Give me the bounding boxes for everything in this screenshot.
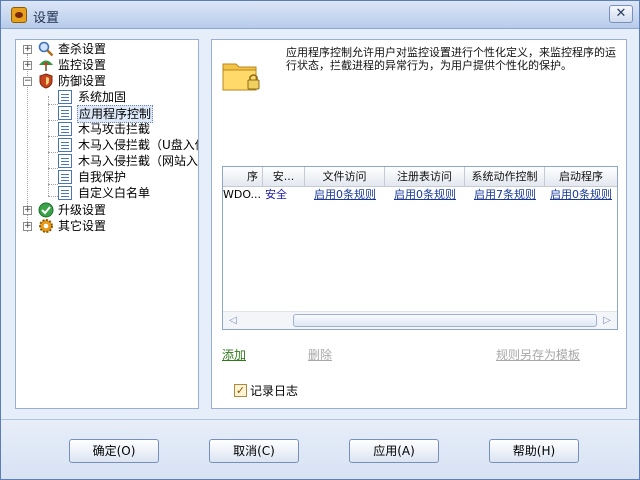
- app-logo-icon: [11, 7, 27, 23]
- tree-item-label: 查杀设置: [58, 42, 107, 56]
- document-icon: [58, 154, 72, 168]
- expand-icon[interactable]: +: [23, 61, 32, 70]
- button-bar: 确定(O) 取消(C) 应用(A) 帮助(H): [1, 419, 639, 479]
- tree-item-web-intrusion-block[interactable]: 木马入侵拦截（网站入侵: [16, 153, 198, 169]
- table-header: 序 安... 文件访问 注册表访问 系统动作控制 启动程序: [223, 167, 617, 187]
- umbrella-icon: [39, 60, 53, 71]
- add-rule-link[interactable]: 添加: [222, 346, 246, 363]
- tree-item-label: 升级设置: [58, 203, 107, 217]
- tree-item-label: 系统加固: [78, 90, 127, 104]
- close-button[interactable]: ✕: [609, 5, 633, 23]
- tree-item-self-protection[interactable]: 自我保护: [16, 169, 198, 185]
- column-header-startup-program[interactable]: 启动程序: [545, 167, 617, 187]
- tree-item-app-control[interactable]: 应用程序控制: [16, 105, 198, 123]
- settings-window: 设置 ✕ + 查杀设置 + 监控设置 − 防御设置 系统加固 应用程序控制 木马…: [0, 0, 640, 480]
- tree-item-label: 自定义白名单: [78, 186, 151, 200]
- scroll-left-icon[interactable]: ◁: [227, 315, 239, 327]
- cancel-button[interactable]: 取消(C): [209, 439, 299, 463]
- tree-item-label: 监控设置: [58, 58, 107, 72]
- rules-table[interactable]: 序 安... 文件访问 注册表访问 系统动作控制 启动程序 WDO... 安全 …: [222, 166, 618, 330]
- expand-icon[interactable]: +: [23, 45, 32, 54]
- settings-tree-panel: + 查杀设置 + 监控设置 − 防御设置 系统加固 应用程序控制 木马攻击拦截 …: [15, 39, 199, 409]
- title-bar: 设置 ✕: [1, 1, 639, 29]
- help-button[interactable]: 帮助(H): [489, 439, 579, 463]
- app-control-panel: 应用程序控制允许用户对监控设置进行个性化定义，来监控程序的运行状态，拦截进程的异…: [211, 39, 627, 409]
- document-icon: [58, 122, 72, 136]
- shield-icon: [39, 73, 53, 89]
- apply-button[interactable]: 应用(A): [349, 439, 439, 463]
- tree-item-label: 木马入侵拦截（网站入侵: [78, 154, 198, 168]
- table-cell: WDO...: [223, 188, 262, 201]
- tree-item-label: 防御设置: [58, 74, 107, 88]
- column-header-system-action[interactable]: 系统动作控制: [465, 167, 545, 187]
- tree-item-label: 木马入侵拦截（U盘入侵: [78, 138, 198, 152]
- rule-link[interactable]: 启用7条规则: [465, 187, 545, 203]
- gear-icon: [39, 219, 53, 233]
- save-as-template-link[interactable]: 规则另存为模板: [496, 346, 580, 363]
- tree-item-other-settings[interactable]: + 其它设置: [16, 218, 198, 234]
- document-icon: [58, 90, 72, 104]
- tree-item-scan-settings[interactable]: + 查杀设置: [16, 41, 198, 57]
- tree-item-update-settings[interactable]: + 升级设置: [16, 202, 198, 218]
- log-checkbox-label: 记录日志: [250, 384, 299, 398]
- tree-item-monitor-settings[interactable]: + 监控设置: [16, 57, 198, 73]
- log-checkbox[interactable]: ✓: [234, 384, 247, 397]
- table-cell: 安全: [265, 188, 287, 201]
- horizontal-scrollbar[interactable]: ◁ ▷: [223, 311, 617, 329]
- column-header-safety[interactable]: 安...: [263, 167, 305, 187]
- description-text: 应用程序控制允许用户对监控设置进行个性化定义，来监控程序的运行状态，拦截进程的异…: [286, 46, 616, 72]
- column-header-index[interactable]: 序: [223, 167, 263, 187]
- folder-lock-icon: [222, 63, 260, 91]
- column-header-registry-access[interactable]: 注册表访问: [385, 167, 465, 187]
- column-header-file-access[interactable]: 文件访问: [305, 167, 385, 187]
- document-icon: [58, 106, 72, 120]
- tree-item-system-hardening[interactable]: 系统加固: [16, 89, 198, 105]
- scroll-right-icon[interactable]: ▷: [601, 315, 613, 327]
- expand-icon[interactable]: +: [23, 206, 32, 215]
- window-title: 设置: [33, 11, 60, 26]
- ok-button[interactable]: 确定(O): [69, 439, 159, 463]
- rule-link[interactable]: 启用0条规则: [545, 187, 617, 203]
- tree-item-defense-settings[interactable]: − 防御设置: [16, 73, 198, 89]
- expand-icon[interactable]: +: [23, 222, 32, 231]
- document-icon: [58, 186, 72, 200]
- delete-rule-link[interactable]: 删除: [308, 346, 332, 363]
- rule-link[interactable]: 启用0条规则: [385, 187, 465, 203]
- tree-item-usb-intrusion-block[interactable]: 木马入侵拦截（U盘入侵: [16, 137, 198, 153]
- collapse-icon[interactable]: −: [23, 77, 32, 86]
- tree-item-custom-whitelist[interactable]: 自定义白名单: [16, 185, 198, 201]
- tree-item-trojan-attack-block[interactable]: 木马攻击拦截: [16, 121, 198, 137]
- settings-tree: + 查杀设置 + 监控设置 − 防御设置 系统加固 应用程序控制 木马攻击拦截 …: [16, 40, 198, 408]
- tree-item-label: 其它设置: [58, 219, 107, 233]
- scrollbar-thumb[interactable]: [293, 314, 597, 327]
- rule-link[interactable]: 启用0条规则: [305, 187, 385, 203]
- magnifier-icon: [38, 41, 54, 57]
- green-check-icon: [38, 202, 54, 218]
- document-icon: [58, 138, 72, 152]
- tree-item-label: 木马攻击拦截: [78, 122, 151, 136]
- document-icon: [58, 170, 72, 184]
- tree-item-label: 自我保护: [78, 170, 127, 184]
- table-row[interactable]: WDO... 安全 启用0条规则 启用0条规则 启用7条规则 启用0条规则: [223, 187, 617, 203]
